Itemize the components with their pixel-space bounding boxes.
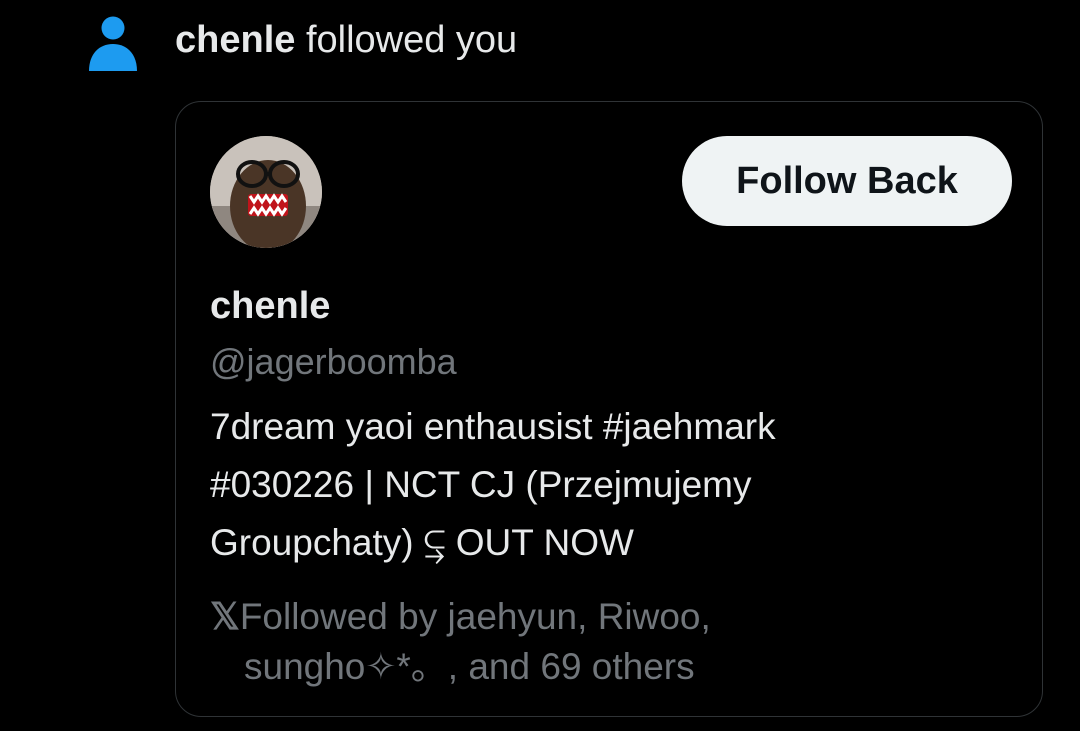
bio: 7dream yaoi enthausist #jaehmark #030226… <box>210 398 1010 572</box>
bio-line: 7dream yaoi enthausist #jaehmark <box>210 406 776 447</box>
notification-action-text: followed you <box>295 19 518 61</box>
notification-header: chenle followed you <box>175 14 517 66</box>
display-name[interactable]: chenle <box>210 282 330 330</box>
bio-line: #030226 | NCT CJ (Przejmujemy <box>210 464 752 505</box>
followed-by-line-1: Followed by jaehyun, Riwoo, <box>239 596 711 637</box>
handle[interactable]: @jagerboomba <box>210 338 457 386</box>
bio-line: Groupchaty) ⥹ OUT NOW <box>210 522 634 563</box>
avatar-photo <box>210 136 322 248</box>
x-logo-icon: 𝕏 <box>210 596 240 637</box>
profile-card[interactable]: Follow Back chenle @jagerboomba 7dream y… <box>175 101 1043 717</box>
followed-by[interactable]: 𝕏Followed by jaehyun, Riwoo, sungho✧*。, … <box>210 592 1010 692</box>
followed-by-line-2: sungho✧*。, and 69 others <box>244 646 695 687</box>
person-icon <box>89 16 137 71</box>
follow-back-button[interactable]: Follow Back <box>682 136 1012 226</box>
avatar[interactable] <box>210 136 322 248</box>
notification-actor-name[interactable]: chenle <box>175 19 295 61</box>
